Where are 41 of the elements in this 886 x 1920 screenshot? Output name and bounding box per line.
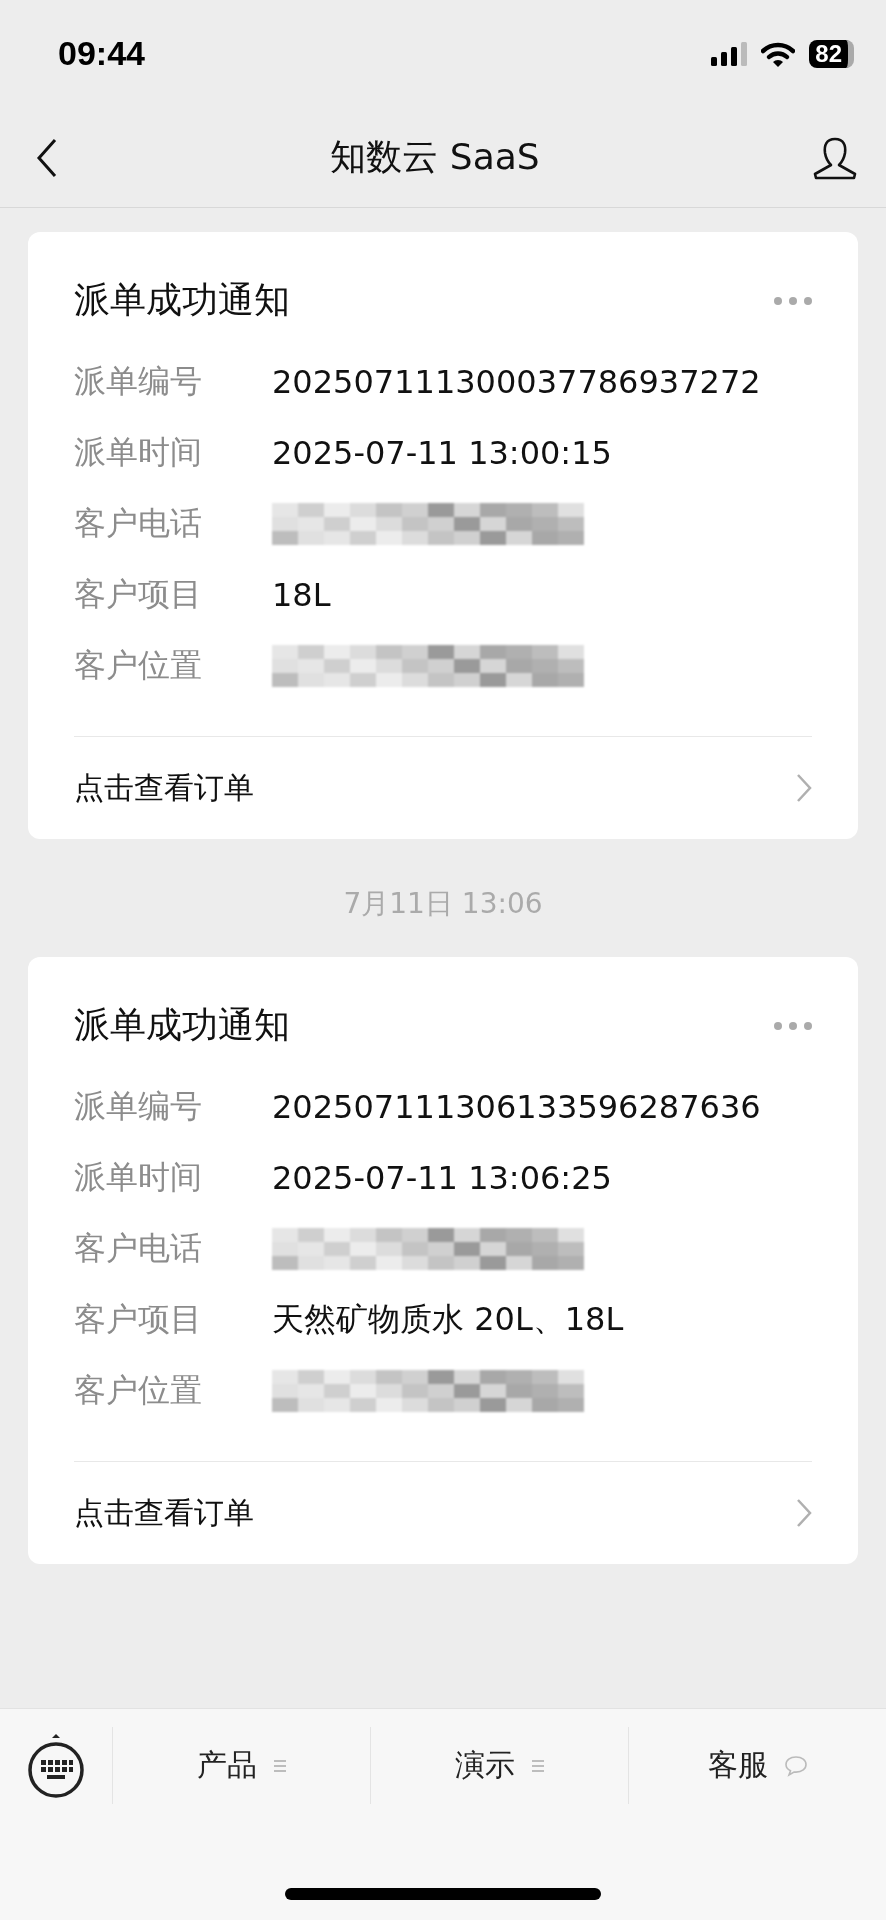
- card-title: 派单成功通知: [74, 278, 290, 322]
- field-value: 2025-07-11 13:00:15: [272, 433, 612, 472]
- card-title: 派单成功通知: [74, 1003, 290, 1047]
- menu-item[interactable]: 产品: [113, 1727, 371, 1804]
- profile-button[interactable]: [812, 135, 858, 180]
- field-label: 客户电话: [74, 1227, 203, 1269]
- field-label: 客户项目: [74, 1298, 203, 1340]
- menu-item[interactable]: 演示: [371, 1727, 629, 1804]
- field-label: 派单时间: [74, 431, 203, 473]
- signal-icon: [711, 42, 748, 66]
- back-icon: [36, 137, 58, 178]
- field-label: 客户位置: [74, 1369, 203, 1411]
- person-icon: [812, 135, 858, 180]
- back-button[interactable]: [36, 137, 58, 178]
- chevron-right-icon: [796, 773, 812, 803]
- field-value: 202507111306133596287636: [272, 1087, 761, 1126]
- field-label: 派单编号: [74, 1085, 203, 1127]
- field-label: 客户项目: [74, 573, 203, 615]
- status-time: 09:44: [58, 33, 145, 73]
- more-icon: [774, 1021, 812, 1030]
- list-icon: [272, 1758, 287, 1773]
- field-label: 派单编号: [74, 360, 203, 402]
- wifi-icon: [761, 41, 796, 67]
- message-timestamp: 7月11日 13:06: [342, 886, 544, 922]
- more-icon: [774, 296, 812, 305]
- field-value: 天然矿物质水 20L、18L: [272, 1298, 624, 1340]
- field-value: 202507111300037786937272: [272, 362, 761, 401]
- chevron-right-icon: [796, 1498, 812, 1528]
- keyboard-icon: [27, 1733, 85, 1798]
- page-title: 知数云 SaaS: [330, 135, 540, 179]
- field-label: 派单时间: [74, 1156, 203, 1198]
- view-order-link[interactable]: 点击查看订单: [74, 737, 812, 839]
- list-icon: [530, 1758, 545, 1773]
- field-label: 客户位置: [74, 644, 203, 686]
- field-value: 18L: [272, 575, 331, 614]
- menu-item[interactable]: 客服: [629, 1727, 886, 1804]
- battery-icon: 82: [809, 40, 854, 68]
- view-order-link[interactable]: 点击查看订单: [74, 1462, 812, 1564]
- chat-bubble-icon: [783, 1754, 808, 1777]
- field-value: 2025-07-11 13:06:25: [272, 1158, 612, 1197]
- field-label: 客户电话: [74, 502, 203, 544]
